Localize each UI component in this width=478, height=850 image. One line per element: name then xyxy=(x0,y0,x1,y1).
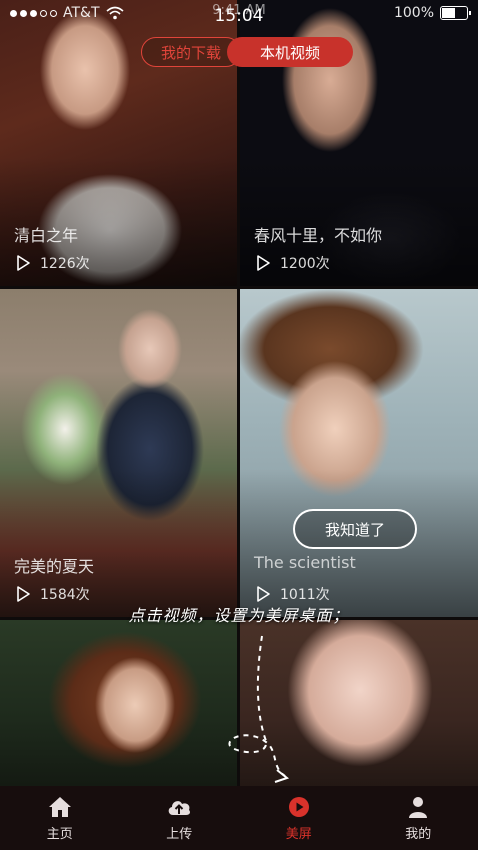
video-title: 完美的夏天 xyxy=(14,557,95,576)
video-thumbnail xyxy=(0,620,237,786)
cloud-upload-icon xyxy=(168,800,191,815)
play-circle-icon xyxy=(288,796,309,817)
video-tile[interactable]: The scientist 1011次 xyxy=(240,289,478,617)
video-tile[interactable] xyxy=(0,620,237,786)
play-icon xyxy=(257,586,270,602)
video-title: 清白之年 xyxy=(14,226,79,245)
play-count: 1584次 xyxy=(14,584,90,604)
video-tile[interactable]: 完美的夏天 1584次 xyxy=(0,289,237,617)
play-icon xyxy=(17,255,30,271)
nav-upload[interactable]: 上传 xyxy=(120,786,240,850)
nav-meiping[interactable]: 美屏 xyxy=(239,786,359,850)
tab-my-downloads[interactable]: 我的下载 xyxy=(141,37,241,67)
bottom-nav: 主页 上传 美屏 我的 xyxy=(0,786,478,850)
nav-home-label: 主页 xyxy=(46,826,73,842)
play-count: 1011次 xyxy=(254,584,330,604)
nav-mine[interactable]: 我的 xyxy=(359,786,478,850)
play-count: 1200次 xyxy=(254,253,330,273)
status-time: 15:04 xyxy=(214,6,264,26)
source-tabs: 我的下载 本机视频 xyxy=(141,37,353,67)
video-title: The scientist xyxy=(254,553,356,572)
guide-instruction: 点击视频，设置为美屏桌面； xyxy=(128,606,350,625)
play-count: 1226次 xyxy=(14,253,90,273)
nav-mine-label: 我的 xyxy=(405,826,432,842)
nav-upload-label: 上传 xyxy=(166,826,193,842)
got-it-button[interactable]: 我知道了 xyxy=(293,509,417,549)
play-icon xyxy=(17,586,30,602)
guide-arrow-icon xyxy=(228,635,290,783)
home-icon xyxy=(48,796,71,817)
play-icon xyxy=(257,255,270,271)
tab-local-videos[interactable]: 本机视频 xyxy=(227,37,353,67)
user-icon xyxy=(409,796,428,818)
video-title: 春风十里，不如你 xyxy=(254,226,383,245)
nav-meiping-label: 美屏 xyxy=(285,826,312,842)
nav-home[interactable]: 主页 xyxy=(0,786,120,850)
